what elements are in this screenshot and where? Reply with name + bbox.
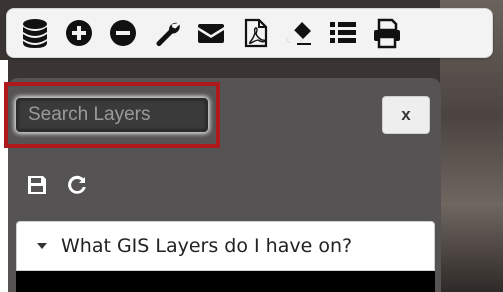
save-icon[interactable] <box>26 174 48 196</box>
accordion-title: What GIS Layers do I have on? <box>61 235 353 257</box>
zoom-out-minus-icon[interactable] <box>103 11 143 55</box>
email-envelope-icon[interactable] <box>191 11 231 55</box>
zoom-in-plus-icon[interactable] <box>59 11 99 55</box>
caret-down-icon <box>37 243 47 249</box>
list-icon[interactable] <box>323 11 363 55</box>
refresh-icon[interactable] <box>67 174 89 196</box>
toolbar <box>6 8 493 58</box>
close-button-label: x <box>401 105 411 124</box>
search-layers-input[interactable] <box>16 98 208 132</box>
pdf-file-icon[interactable] <box>235 11 275 55</box>
print-icon[interactable] <box>367 11 407 55</box>
wrench-tools-icon[interactable] <box>147 11 187 55</box>
eraser-icon[interactable] <box>279 11 319 55</box>
close-panel-button[interactable]: x <box>382 96 430 134</box>
layers-database-icon[interactable] <box>15 11 55 55</box>
accordion-header[interactable]: What GIS Layers do I have on? <box>16 221 435 271</box>
accordion-body <box>16 271 435 292</box>
layers-accordion: What GIS Layers do I have on? <box>16 221 435 292</box>
